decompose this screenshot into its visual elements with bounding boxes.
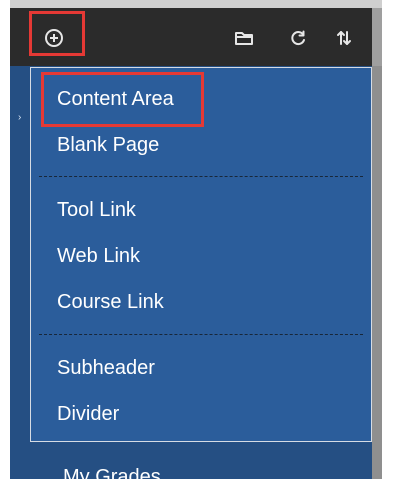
panel-scrollbar[interactable] bbox=[372, 66, 382, 479]
menu-item-blank-page[interactable]: Blank Page bbox=[57, 133, 159, 157]
reorder-button[interactable] bbox=[333, 27, 355, 49]
folder-icon bbox=[235, 32, 253, 45]
menu-item-web-link[interactable]: Web Link bbox=[57, 244, 140, 268]
top-strip bbox=[10, 0, 382, 8]
background-nav-my-grades[interactable]: My Grades bbox=[63, 465, 161, 489]
menu-item-content-area[interactable]: Content Area bbox=[57, 87, 174, 111]
menu-item-subheader[interactable]: Subheader bbox=[57, 356, 155, 380]
folder-button[interactable] bbox=[233, 27, 255, 49]
menu-divider bbox=[39, 176, 363, 177]
menu-item-divider[interactable]: Divider bbox=[57, 402, 119, 426]
menu-item-course-link[interactable]: Course Link bbox=[57, 290, 164, 314]
add-button-highlight bbox=[29, 11, 85, 56]
sort-icon bbox=[337, 31, 351, 45]
menu-item-tool-link[interactable]: Tool Link bbox=[57, 198, 136, 222]
background-nav-marker: › bbox=[18, 112, 22, 123]
refresh-button[interactable] bbox=[287, 27, 309, 49]
add-menu-dropdown: Content Area Blank Page Tool Link Web Li… bbox=[30, 67, 372, 442]
refresh-icon bbox=[291, 30, 305, 46]
menu-divider bbox=[39, 334, 363, 335]
